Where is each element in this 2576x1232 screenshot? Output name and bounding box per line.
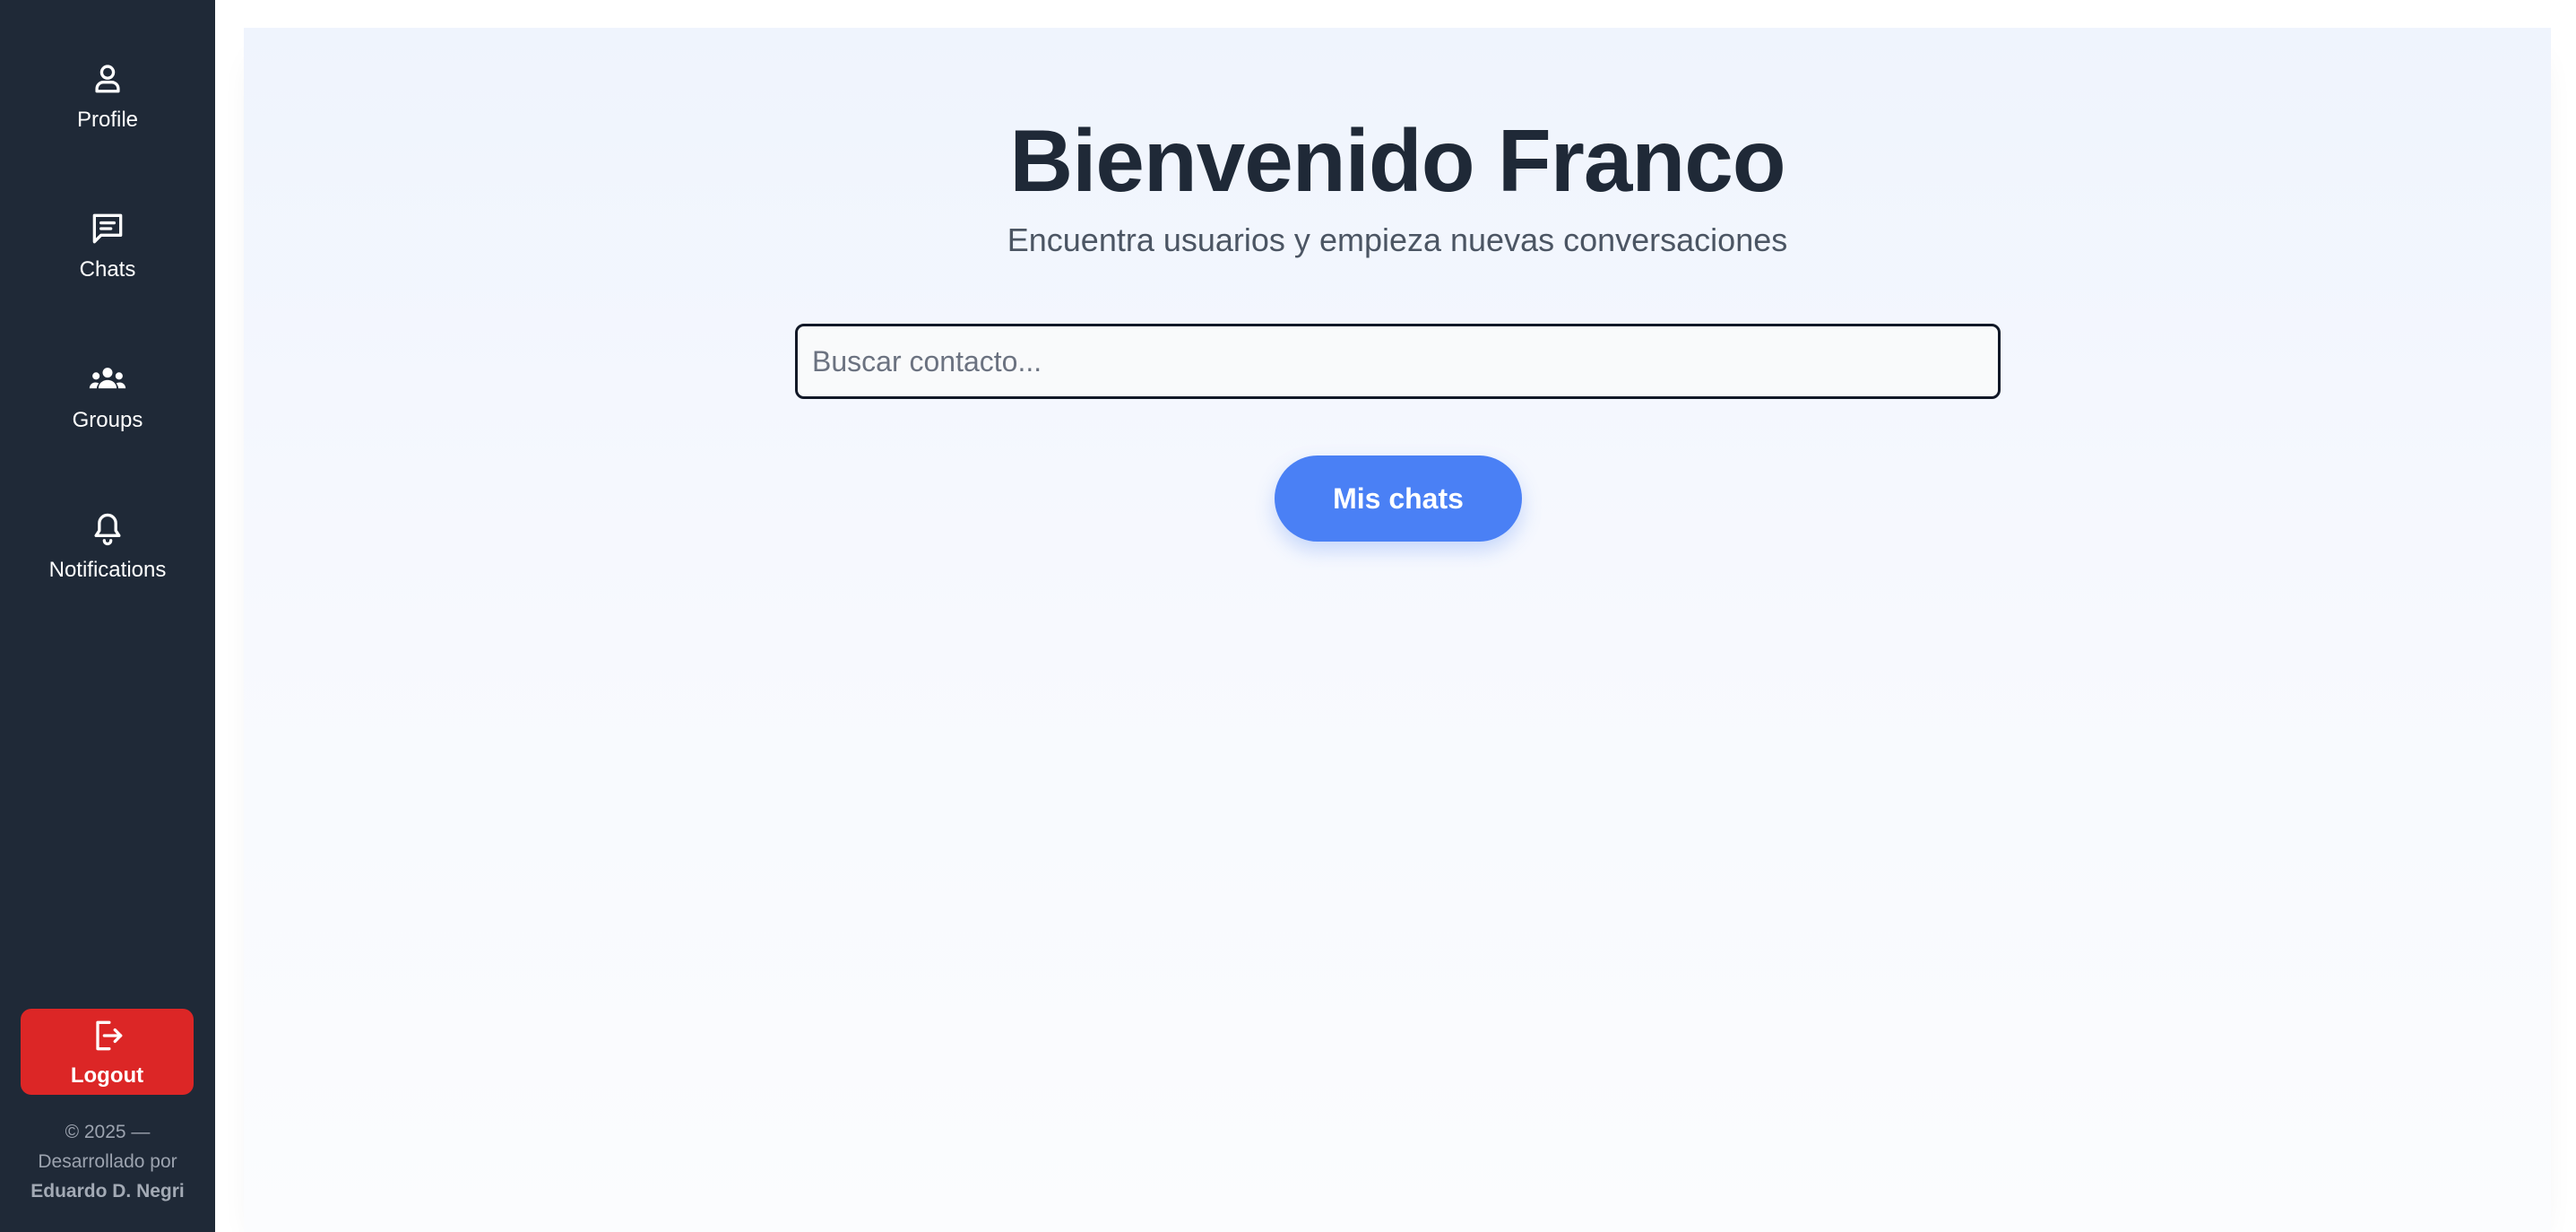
sidebar-item-notifications[interactable]: Notifications	[0, 509, 215, 617]
sidebar-item-label: Chats	[79, 257, 136, 282]
chat-icon	[88, 209, 127, 248]
page-subtitle: Encuentra usuarios y empieza nuevas conv…	[1007, 221, 1788, 258]
page-title: Bienvenido Franco	[1009, 111, 1785, 210]
group-icon	[88, 360, 127, 399]
sidebar-item-label: Profile	[76, 108, 139, 132]
person-icon	[88, 59, 127, 99]
logout-label: Logout	[70, 1063, 144, 1088]
sidebar-footer: © 2025 — Desarrollado por Eduardo D. Neg…	[0, 1117, 215, 1206]
sidebar-item-profile[interactable]: Profile	[0, 59, 215, 167]
app-root: Profile Chats Groups Notifications Logou…	[0, 0, 2576, 1232]
author-name: Eduardo D. Negri	[30, 1181, 185, 1202]
sidebar-item-label: Groups	[72, 408, 143, 432]
sidebar-item-chats[interactable]: Chats	[0, 209, 215, 317]
developed-by-text: Desarrollado por	[38, 1151, 177, 1172]
my-chats-button[interactable]: Mis chats	[1275, 455, 1522, 542]
sidebar: Profile Chats Groups Notifications Logou…	[0, 0, 215, 1232]
logout-icon	[88, 1016, 127, 1060]
logout-button[interactable]: Logout	[21, 1009, 194, 1095]
search-input[interactable]	[795, 324, 2001, 399]
main-panel: Bienvenido Franco Encuentra usuarios y e…	[244, 28, 2551, 1232]
sidebar-item-label: Notifications	[48, 558, 167, 582]
copyright-text: © 2025 —	[65, 1122, 151, 1142]
sidebar-item-groups[interactable]: Groups	[0, 360, 215, 467]
bell-icon	[88, 509, 127, 549]
